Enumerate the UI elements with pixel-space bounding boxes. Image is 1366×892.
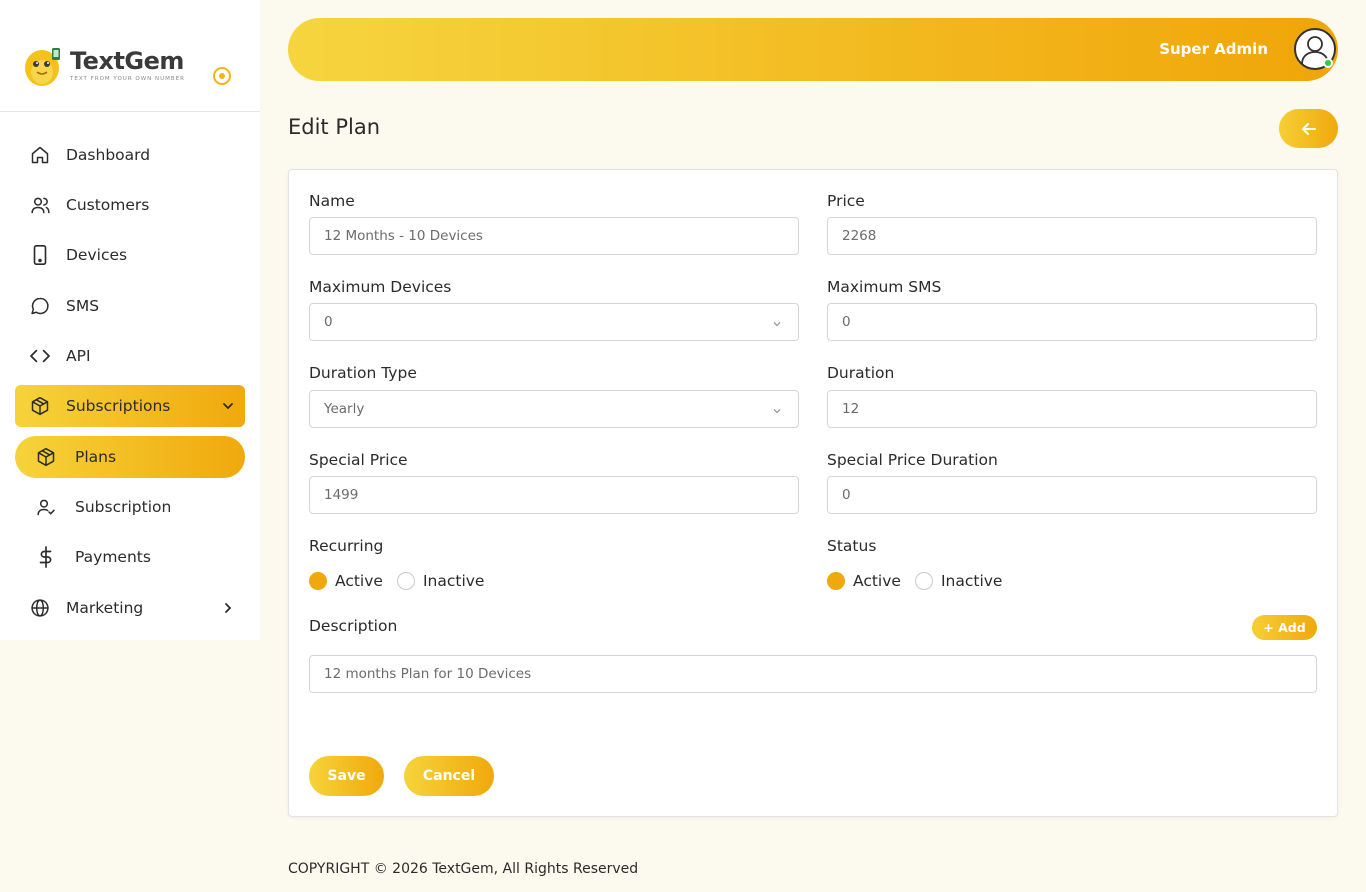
footer-copyright: COPYRIGHT © 2026 TextGem, All Rights Res…: [288, 861, 639, 877]
box-icon: [29, 395, 51, 417]
max-devices-value: 0: [324, 314, 333, 330]
duration-type-select[interactable]: Yearly: [309, 390, 799, 428]
duration-input[interactable]: 12: [827, 390, 1317, 428]
sidebar-item-label: Dashboard: [66, 146, 151, 164]
online-status-dot: [1323, 58, 1333, 68]
special-price-duration-input[interactable]: 0: [827, 476, 1317, 514]
logo-text: TextGem TEXT FROM YOUR OWN NUMBER: [70, 48, 185, 82]
recurring-label: Recurring: [309, 537, 384, 555]
price-label: Price: [827, 192, 865, 210]
top-bar: Super Admin: [288, 18, 1338, 81]
logo[interactable]: TextGem TEXT FROM YOUR OWN NUMBER: [22, 42, 185, 88]
special-price-duration-value: 0: [842, 487, 851, 503]
sidebar-item-api[interactable]: API: [15, 335, 245, 377]
sidebar-item-label: Subscriptions: [66, 397, 171, 415]
special-price-value: 1499: [324, 487, 359, 503]
recurring-radio-group: Active Inactive: [309, 572, 498, 590]
special-price-label: Special Price: [309, 451, 408, 469]
avatar[interactable]: [1294, 28, 1336, 70]
duration-value: 12: [842, 401, 860, 417]
sidebar-item-sms[interactable]: SMS: [15, 285, 245, 327]
chevron-down-icon: [219, 397, 237, 415]
user-name[interactable]: Super Admin: [1159, 40, 1268, 58]
name-value: 12 Months - 10 Devices: [324, 228, 483, 244]
sidebar-item-label: Devices: [66, 246, 128, 264]
logo-area: TextGem TEXT FROM YOUR OWN NUMBER: [0, 0, 260, 112]
max-sms-label: Maximum SMS: [827, 278, 942, 296]
sidebar-item-label: API: [66, 347, 91, 365]
cancel-button[interactable]: Cancel: [404, 756, 494, 796]
save-button[interactable]: Save: [309, 756, 384, 796]
status-inactive-radio[interactable]: [914, 572, 933, 590]
sidebar-item-label: Plans: [75, 448, 117, 466]
max-sms-input[interactable]: 0: [827, 303, 1317, 341]
user-check-icon: [35, 496, 57, 518]
sidebar-item-label: Marketing: [66, 599, 144, 617]
sidebar-item-label: Customers: [66, 196, 150, 214]
users-icon: [29, 194, 51, 216]
sidebar-item-customers[interactable]: Customers: [15, 184, 245, 226]
mascot-logo-icon: [25, 48, 60, 86]
sidebar-item-plans[interactable]: Plans: [15, 436, 245, 478]
special-price-duration-label: Special Price Duration: [827, 451, 998, 469]
recurring-active-radio[interactable]: [309, 572, 327, 590]
chevron-down-icon: [772, 317, 782, 333]
max-devices-select[interactable]: 0: [309, 303, 799, 341]
special-price-input[interactable]: 1499: [309, 476, 799, 514]
description-value: 12 months Plan for 10 Devices: [324, 666, 532, 682]
max-devices-label: Maximum Devices: [309, 278, 452, 296]
brand-tagline: TEXT FROM YOUR OWN NUMBER: [70, 76, 185, 82]
sidebar-toggle-icon[interactable]: [213, 67, 231, 85]
sidebar-item-label: SMS: [66, 297, 100, 315]
back-button[interactable]: [1279, 109, 1338, 148]
duration-type-label: Duration Type: [309, 364, 417, 382]
status-active-label[interactable]: Active: [853, 572, 901, 590]
duration-label: Duration: [827, 364, 895, 382]
sidebar-item-payments[interactable]: Payments: [15, 536, 245, 578]
name-label: Name: [309, 192, 355, 210]
sidebar-item-marketing[interactable]: Marketing: [15, 587, 245, 629]
code-icon: [29, 345, 51, 367]
sidebar-item-label: Subscription: [75, 498, 172, 516]
description-input[interactable]: 12 months Plan for 10 Devices: [309, 655, 1317, 693]
name-input[interactable]: 12 Months - 10 Devices: [309, 217, 799, 255]
sidebar-item-label: Payments: [75, 548, 151, 566]
sidebar-item-subscription[interactable]: Subscription: [15, 486, 245, 528]
price-input[interactable]: 2268: [827, 217, 1317, 255]
max-sms-value: 0: [842, 314, 851, 330]
sidebar-item-subscriptions[interactable]: Subscriptions: [15, 385, 245, 427]
status-inactive-label[interactable]: Inactive: [941, 572, 1003, 590]
box-icon: [35, 446, 57, 468]
dollar-icon: [35, 546, 57, 568]
add-description-button[interactable]: + Add: [1252, 615, 1317, 640]
recurring-active-label[interactable]: Active: [335, 572, 383, 590]
sidebar: TextGem TEXT FROM YOUR OWN NUMBER Dashbo…: [0, 0, 260, 640]
arrow-left-icon: [1301, 122, 1316, 135]
recurring-inactive-radio[interactable]: [396, 572, 415, 590]
page-title: Edit Plan: [288, 115, 381, 139]
sidebar-item-devices[interactable]: Devices: [15, 234, 245, 276]
sidebar-item-dashboard[interactable]: Dashboard: [15, 134, 245, 176]
status-label: Status: [827, 537, 877, 555]
home-icon: [29, 144, 51, 166]
description-label: Description: [309, 617, 398, 635]
chevron-right-icon: [219, 599, 237, 617]
duration-type-value: Yearly: [324, 401, 365, 417]
globe-icon: [29, 597, 51, 619]
brand-name: TextGem: [70, 47, 184, 75]
chevron-down-icon: [772, 404, 782, 420]
status-radio-group: Active Inactive: [827, 572, 1016, 590]
phone-icon: [29, 244, 51, 266]
chat-icon: [29, 295, 51, 317]
status-active-radio[interactable]: [827, 572, 845, 590]
price-value: 2268: [842, 228, 877, 244]
recurring-inactive-label[interactable]: Inactive: [423, 572, 485, 590]
